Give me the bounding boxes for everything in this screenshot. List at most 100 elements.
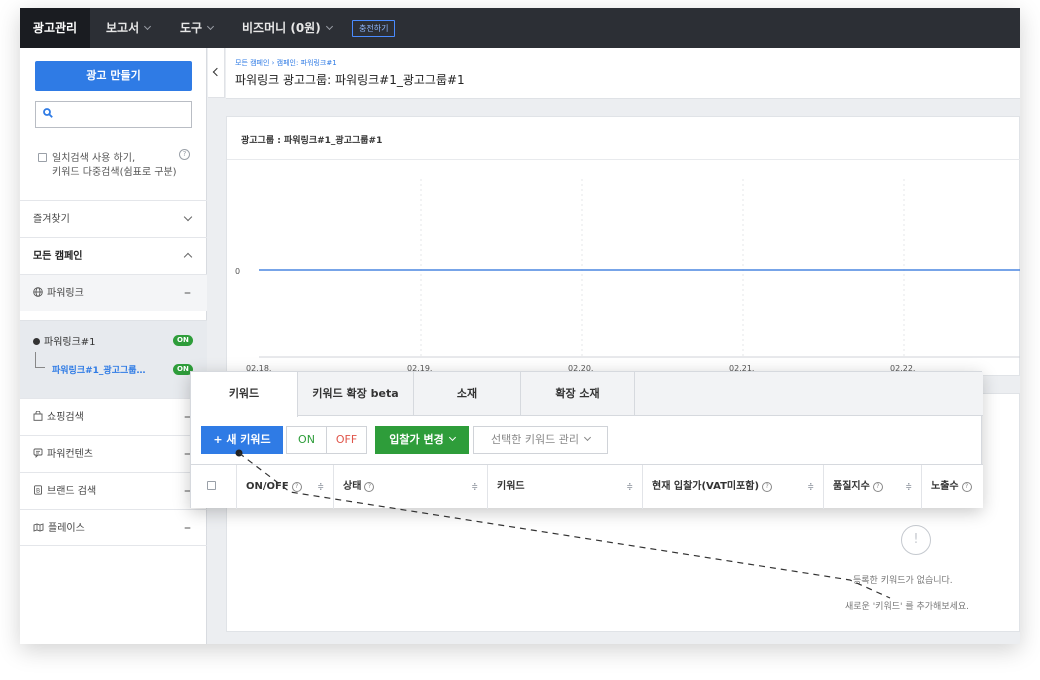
tab-creative[interactable]: 소재: [414, 372, 521, 416]
on-button[interactable]: ON: [286, 426, 327, 454]
favorites-label: 즐겨찾기: [33, 214, 70, 225]
chevron-down-icon: [583, 433, 592, 442]
multi-search-hint: 키워드 다중검색(쉼표로 구분): [52, 167, 177, 178]
chevron-down-icon: [448, 433, 456, 442]
select-all-cell: [191, 465, 237, 509]
help-icon[interactable]: ?: [872, 482, 883, 492]
col-keyword[interactable]: 키워드 ≑: [488, 465, 643, 509]
campaign-dot-icon: [33, 338, 40, 345]
nav-tools-label: 도구: [180, 21, 203, 35]
tab-extension-creative[interactable]: 확장 소재: [521, 372, 635, 416]
create-ad-button[interactable]: 광고 만들기: [35, 61, 192, 91]
search-icon: [43, 108, 53, 118]
sort-icon[interactable]: ≑: [626, 465, 633, 509]
col-impressions-label: 노출수: [931, 481, 959, 492]
campaign-item[interactable]: 파워링크#1: [33, 333, 96, 348]
sidebar-item-powercontents[interactable]: 파워컨텐츠 –: [20, 435, 207, 472]
campaign-status-badge[interactable]: ON: [173, 335, 193, 346]
off-button[interactable]: OFF: [326, 426, 367, 454]
table-header: ON/OFF? ≑ 상태? ≑ 키워드 ≑ 현재 입찰가(VAT미포함)? ≑ 품질지수…: [191, 464, 983, 509]
powercontents-label: 파워컨텐츠: [47, 449, 93, 460]
top-nav: 광고관리 보고서 도구 비즈머니 (0원) 충전하기: [20, 8, 1020, 48]
selected-campaign-tree: 파워링크#1 ON 파워링크#1_광고그룹… ON: [20, 320, 207, 398]
tab-keyword-expansion[interactable]: 키워드 확장 beta: [298, 372, 414, 416]
keyword-panel: 키워드 키워드 확장 beta 소재 확장 소재 + 새 키워드 ON OFF …: [190, 371, 983, 509]
nav-report-label: 보고서: [106, 21, 140, 35]
chevron-down-icon: [144, 22, 152, 31]
svg-text:B: B: [36, 487, 40, 494]
help-icon[interactable]: ?: [364, 482, 375, 492]
shopping-label: 쇼핑검색: [47, 412, 84, 423]
col-bid[interactable]: 현재 입찰가(VAT미포함)? ≑: [643, 465, 824, 509]
content-icon: [33, 448, 43, 458]
sort-icon[interactable]: ≑: [317, 465, 324, 509]
search-input[interactable]: [35, 101, 192, 128]
select-all-checkbox[interactable]: [207, 481, 216, 490]
empty-message: 등록한 키워드가 없습니다.: [853, 576, 953, 586]
exact-search-checkbox[interactable]: [38, 153, 47, 162]
app-window: 광고관리 보고서 도구 비즈머니 (0원) 충전하기 광고 만들기 일치검색 사…: [20, 8, 1020, 644]
adgroup-item[interactable]: 파워링크#1_광고그룹…: [52, 363, 146, 376]
charge-button[interactable]: 충전하기: [352, 20, 396, 37]
nav-bizmoney[interactable]: 비즈머니 (0원): [242, 8, 333, 48]
breadcrumb[interactable]: 모든 캠페인 › 캠페인: 파워링크#1: [235, 58, 337, 68]
col-keyword-label: 키워드: [497, 481, 525, 492]
tab-bar: 키워드 키워드 확장 beta 소재 확장 소재: [191, 372, 983, 417]
chevron-down-icon: [183, 212, 193, 222]
place-icon: [33, 523, 44, 532]
help-icon[interactable]: ?: [291, 482, 302, 492]
sidebar-item-powerlink[interactable]: 파워링크 –: [20, 274, 207, 311]
col-quality-label: 품질지수: [833, 481, 870, 492]
page-header: 모든 캠페인 › 캠페인: 파워링크#1 파워링크 광고그룹: 파워링크#1_광…: [226, 48, 1020, 99]
col-quality[interactable]: 품질지수? ≑: [824, 465, 922, 509]
manage-selected-dropdown[interactable]: 선택한 키워드 관리: [473, 426, 608, 454]
bid-change-button[interactable]: 입찰가 변경: [375, 426, 469, 454]
sidebar: 광고 만들기 일치검색 사용 하기, 키워드 다중검색(쉼표로 구분) ? 즐겨…: [20, 48, 207, 644]
sidebar-item-brand[interactable]: B 브랜드 검색 –: [20, 472, 207, 509]
sidebar-item-place[interactable]: 플레이스 –: [20, 509, 207, 546]
line-chart: 002.18. 02.19. 02.20. 02.21. 02.22.: [235, 179, 1020, 373]
tab-keyword[interactable]: 키워드: [191, 372, 298, 417]
nav-ad-management[interactable]: 광고관리: [20, 8, 90, 48]
shopping-bag-icon: [33, 410, 43, 421]
exact-search-label: 일치검색 사용 하기,: [52, 153, 136, 164]
sidebar-favorites[interactable]: 즐겨찾기: [20, 200, 207, 237]
col-onoff-label: ON/OFF: [246, 481, 289, 492]
campaign-label: 파워링크#1: [44, 337, 96, 348]
help-icon[interactable]: ?: [762, 482, 773, 492]
sidebar-item-shopping[interactable]: 쇼핑검색 –: [20, 398, 207, 435]
chart-card: 광고그룹 : 파워링크#1_광고그룹#1 0 02.18. 02.19. 02.20.…: [226, 116, 1020, 376]
col-status-label: 상태: [343, 481, 362, 492]
sort-icon[interactable]: ≑: [471, 465, 478, 509]
sidebar-all-campaigns[interactable]: 모든 캠페인: [20, 237, 207, 274]
brand-label: 브랜드 검색: [47, 486, 97, 497]
powerlink-label: 파워링크: [47, 288, 84, 299]
exact-search-option[interactable]: 일치검색 사용 하기, 키워드 다중검색(쉼표로 구분): [38, 152, 198, 180]
col-onoff[interactable]: ON/OFF? ≑: [237, 465, 334, 509]
collapse-sidebar-button[interactable]: [208, 48, 225, 98]
nav-tools[interactable]: 도구: [180, 8, 215, 48]
globe-icon: [33, 287, 43, 297]
keyword-toolbar: + 새 키워드 ON OFF 입찰가 변경 선택한 키워드 관리: [191, 416, 983, 464]
nav-report[interactable]: 보고서: [106, 8, 152, 48]
help-icon[interactable]: ?: [961, 482, 972, 492]
collapse-icon[interactable]: –: [184, 510, 191, 547]
help-icon[interactable]: ?: [179, 149, 190, 160]
col-status[interactable]: 상태? ≑: [334, 465, 488, 509]
tree-connector: [35, 352, 45, 368]
empty-hint: 새로운 '키워드' 를 추가해보세요.: [845, 602, 970, 612]
chevron-up-icon: [183, 252, 193, 262]
y-tick-label: 0: [235, 267, 240, 276]
nav-bizmoney-label: 비즈머니 (0원): [242, 21, 321, 35]
col-impressions[interactable]: 노출수?: [922, 465, 983, 509]
collapse-icon[interactable]: –: [184, 275, 191, 312]
new-keyword-button[interactable]: + 새 키워드: [201, 426, 283, 454]
chevron-down-icon: [325, 22, 333, 31]
info-icon: !: [901, 525, 931, 555]
chevron-left-icon: [212, 67, 222, 77]
sort-icon[interactable]: ≑: [905, 465, 912, 509]
sort-icon[interactable]: ≑: [807, 465, 814, 509]
col-bid-label: 현재 입찰가(VAT미포함): [652, 481, 760, 492]
manage-label: 선택한 키워드 관리: [491, 433, 579, 446]
page-title: 파워링크 광고그룹: 파워링크#1_광고그룹#1: [235, 73, 465, 87]
